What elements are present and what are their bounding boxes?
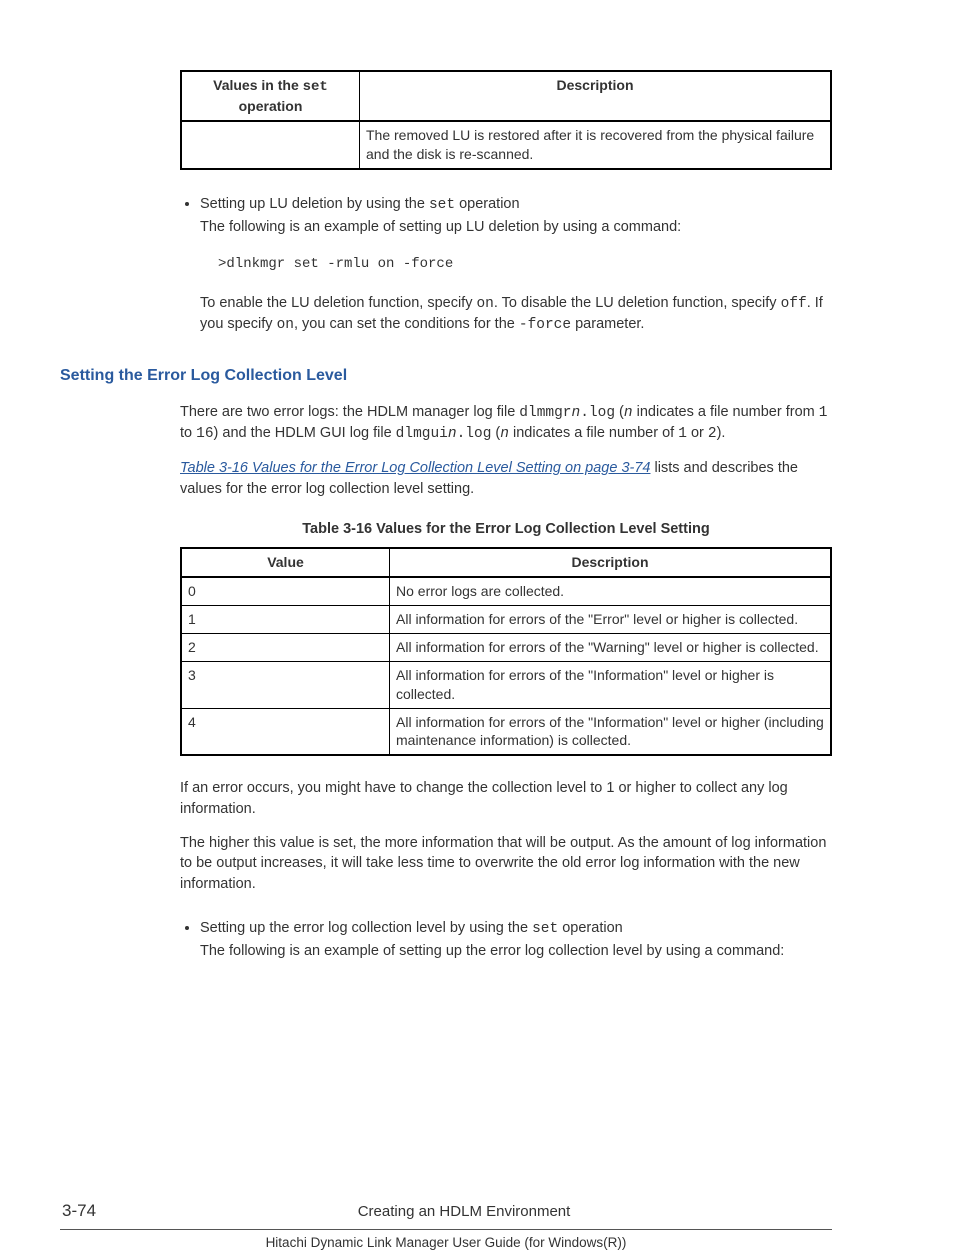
table-cell: 1 — [181, 606, 390, 634]
code-block: >dlnkmgr set -rmlu on -force — [218, 255, 832, 275]
table-header-description: Description — [360, 71, 832, 121]
table-caption: Table 3-16 Values for the Error Log Coll… — [180, 519, 832, 539]
table-row: 3 All information for errors of the "Inf… — [181, 661, 831, 708]
table-cell: 3 — [181, 661, 390, 708]
list-item: Setting up the error log collection leve… — [200, 918, 832, 962]
page-number: 3-74 — [62, 1199, 96, 1223]
paragraph: There are two error logs: the HDLM manag… — [180, 402, 832, 445]
table-cell: All information for errors of the "Infor… — [390, 708, 832, 755]
table-header-values: Values in the set operation — [181, 71, 360, 121]
table-row: 0 No error logs are collected. — [181, 577, 831, 605]
table-error-log-levels: Value Description 0 No error logs are co… — [180, 547, 832, 756]
table-cell — [181, 121, 360, 169]
table-cell: All information for errors of the "Error… — [390, 606, 832, 634]
cross-reference-link[interactable]: Table 3-16 Values for the Error Log Coll… — [180, 460, 650, 476]
book-title: Hitachi Dynamic Link Manager User Guide … — [0, 1234, 954, 1253]
page-footer: 3-74 Creating an HDLM Environment Hitach… — [0, 1199, 954, 1253]
table-cell: 2 — [181, 633, 390, 661]
table-cell: All information for errors of the "Infor… — [390, 661, 832, 708]
table-cell: All information for errors of the "Warni… — [390, 633, 832, 661]
bullet-body: The following is an example of setting u… — [200, 941, 832, 961]
list-item: Setting up LU deletion by using the set … — [200, 194, 832, 336]
table-cell: 4 — [181, 708, 390, 755]
paragraph: If an error occurs, you might have to ch… — [180, 778, 832, 819]
table-cell: 0 — [181, 577, 390, 605]
table-row: 4 All information for errors of the "Inf… — [181, 708, 831, 755]
table-cell: No error logs are collected. — [390, 577, 832, 605]
table-set-operation-values: Values in the set operation Description … — [180, 70, 832, 170]
bullet-lead: Setting up the error log collection leve… — [200, 920, 623, 936]
table-row: 1 All information for errors of the "Err… — [181, 606, 831, 634]
table-header-value: Value — [181, 548, 390, 577]
table-cell: The removed LU is restored after it is r… — [360, 121, 832, 169]
chapter-title: Creating an HDLM Environment — [96, 1201, 832, 1222]
paragraph: Table 3-16 Values for the Error Log Coll… — [180, 458, 832, 499]
table-header-description: Description — [390, 548, 832, 577]
bullet-lead: Setting up LU deletion by using the set … — [200, 196, 520, 212]
paragraph: The higher this value is set, the more i… — [180, 833, 832, 894]
table-row: 2 All information for errors of the "War… — [181, 633, 831, 661]
bullet-para: To enable the LU deletion function, spec… — [200, 293, 832, 336]
bullet-body: The following is an example of setting u… — [200, 217, 832, 237]
table-row: The removed LU is restored after it is r… — [181, 121, 831, 169]
section-heading: Setting the Error Log Collection Level — [60, 365, 832, 387]
